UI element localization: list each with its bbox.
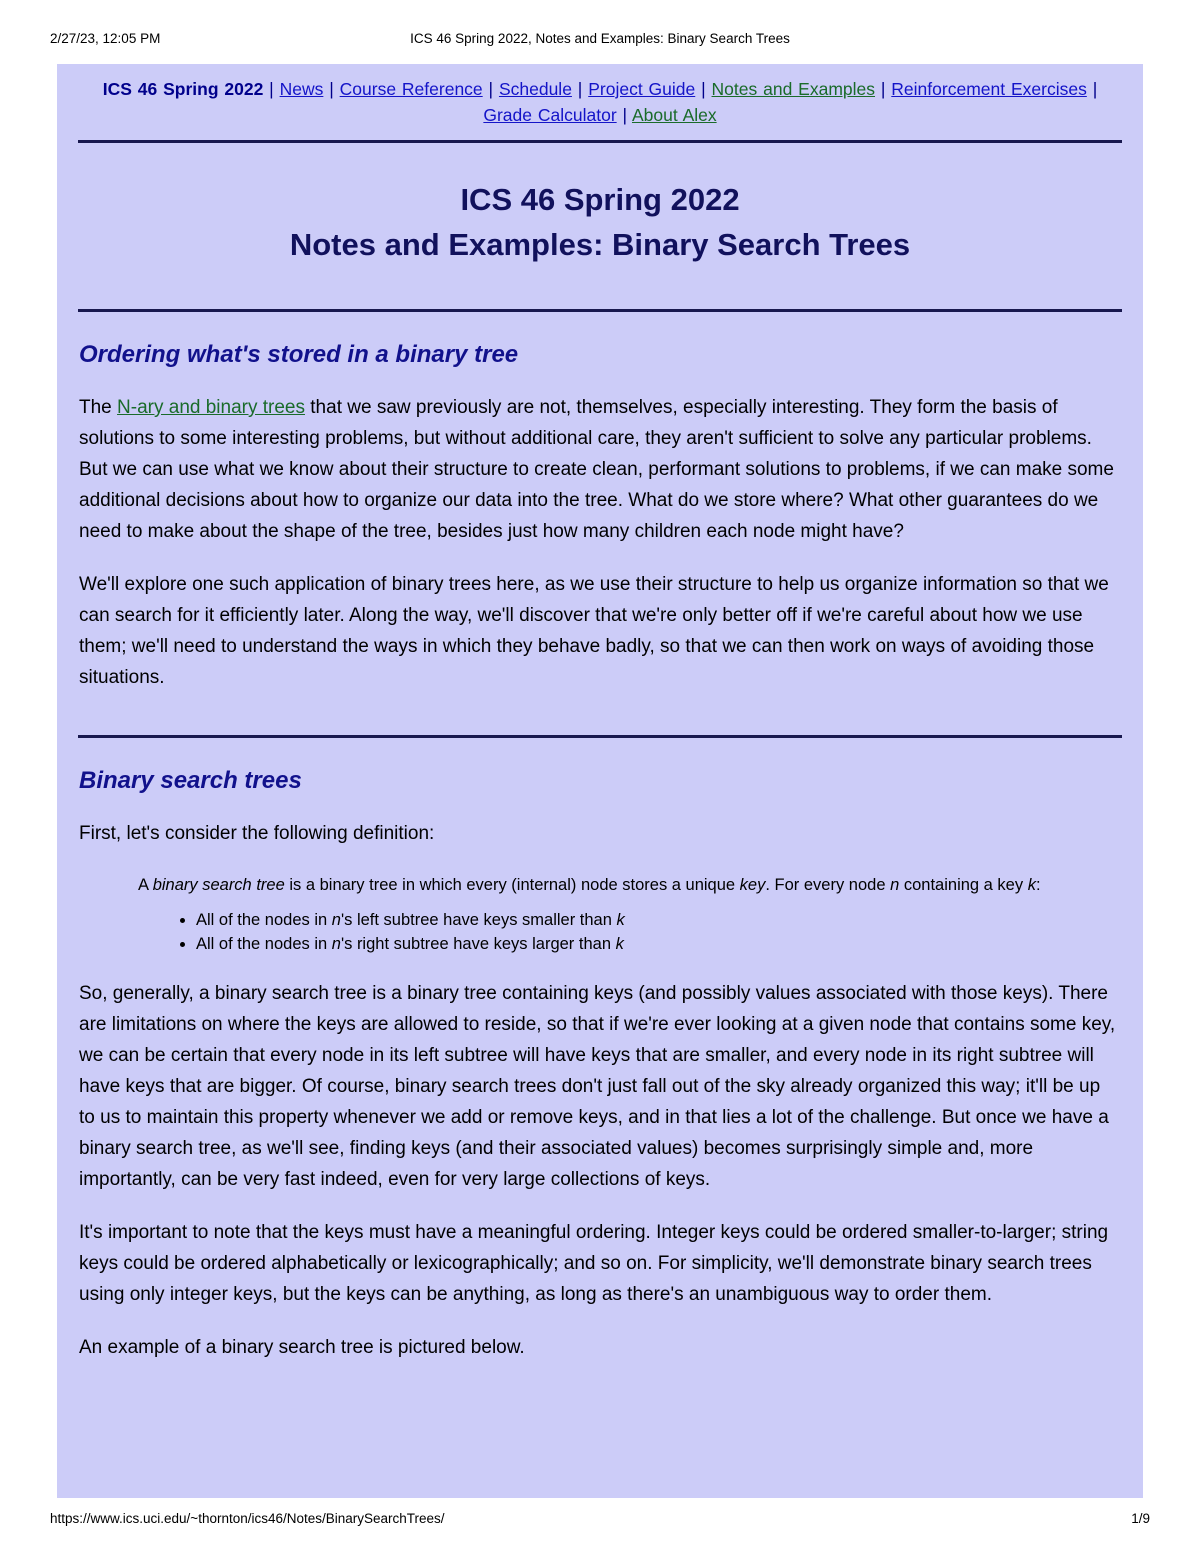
nav-link-course-reference[interactable]: Course Reference [340,79,483,99]
header-divider [78,140,1122,143]
definition-block: A binary search tree is a binary tree in… [138,873,1121,956]
page-title: ICS 46 Spring 2022 Notes and Examples: B… [68,177,1132,267]
nav-link-grade-calculator[interactable]: Grade Calculator [483,105,616,125]
bullet-0-seg-2: 's left subtree have keys smaller than [340,911,617,929]
nav-link-schedule[interactable]: Schedule [499,79,572,99]
nav-link-notes-and-examples[interactable]: Notes and Examples [712,79,875,99]
bullet-1-seg-2: 's right subtree have keys larger than [340,935,616,953]
nav-separator-2: | [482,79,499,99]
link-nary-and-binary-trees[interactable]: N-ary and binary trees [117,397,305,418]
paragraph-key-ordering: It's important to note that the keys mus… [79,1222,1109,1305]
bullet-1-seg-1: All of the nodes in [196,935,332,953]
section-divider [78,735,1122,738]
nav-separator-1: | [323,79,340,99]
definition-seg-5: : [1035,876,1041,894]
page-title-line-2: Notes and Examples: Binary Search Trees [289,227,911,262]
definition-seg-3: . For every node [765,876,891,894]
bullet-1-var-n: n [331,935,341,953]
list-item: All of the nodes in n's right subtree ha… [196,932,1121,956]
bullet-1-var-k: k [615,935,624,953]
definition-term-key: key [739,876,766,894]
nav-link-about-alex[interactable]: About Alex [632,105,717,125]
paragraph-explore-application: We'll explore one such application of bi… [79,574,1109,688]
nav-separator-4: | [695,79,712,99]
paragraph-intro-trees: The N-ary and binary trees that we saw p… [79,392,1121,547]
definition-var-n: n [890,876,900,894]
paragraph-example-pictured: An example of a binary search tree is pi… [79,1337,525,1358]
list-item: All of the nodes in n's left subtree hav… [196,908,1121,932]
section-heading-ordering: Ordering what's stored in a binary tree [79,341,519,368]
definition-term-bst: binary search tree [152,876,285,894]
para1-text-before-link: The [79,397,118,418]
paragraph-generally-bst: So, generally, a binary search tree is a… [79,983,1116,1190]
definition-seg-4: containing a key [899,876,1028,894]
site-navigation: ICS 46 Spring 2022 | News | Course Refer… [68,64,1132,128]
bullet-0-var-n: n [331,911,341,929]
print-footer-page-number: 1/9 [1131,1511,1150,1526]
page-sheet: ICS 46 Spring 2022 | News | Course Refer… [57,64,1143,1498]
print-footer: https://www.ics.uci.edu/~thornton/ics46/… [0,1508,1200,1530]
print-footer-url: https://www.ics.uci.edu/~thornton/ics46/… [50,1511,445,1526]
nav-link-reinforcement-exercises[interactable]: Reinforcement Exercises [891,79,1087,99]
section-heading-binary-search-trees: Binary search trees [79,767,302,794]
nav-separator-7: | [616,105,632,125]
bullet-0-seg-1: All of the nodes in [196,911,332,929]
definition-bullet-list: All of the nodes in n's left subtree hav… [138,908,1121,956]
nav-separator-6: | [1086,79,1098,99]
definition-seg-2: is a binary tree in which every (interna… [284,876,740,894]
nav-separator-0: | [263,79,280,99]
definition-var-k: k [1027,876,1036,894]
bullet-0-var-k: k [616,911,625,929]
title-divider [78,309,1122,312]
para1-text-after-link: that we saw previously are not, themselv… [79,397,1114,542]
print-header: 2/27/23, 12:05 PM ICS 46 Spring 2022, No… [0,28,1200,50]
nav-separator-5: | [875,79,892,99]
print-doc-title: ICS 46 Spring 2022, Notes and Examples: … [410,31,790,46]
nav-course-label: ICS 46 Spring 2022 [102,79,264,99]
page-title-line-1: ICS 46 Spring 2022 [460,182,740,217]
nav-link-project-guide[interactable]: Project Guide [588,79,695,99]
nav-link-news[interactable]: News [280,79,324,99]
nav-separator-3: | [571,79,589,99]
definition-seg-1: A [138,876,153,894]
paragraph-definition-intro: First, let's consider the following defi… [79,823,435,844]
